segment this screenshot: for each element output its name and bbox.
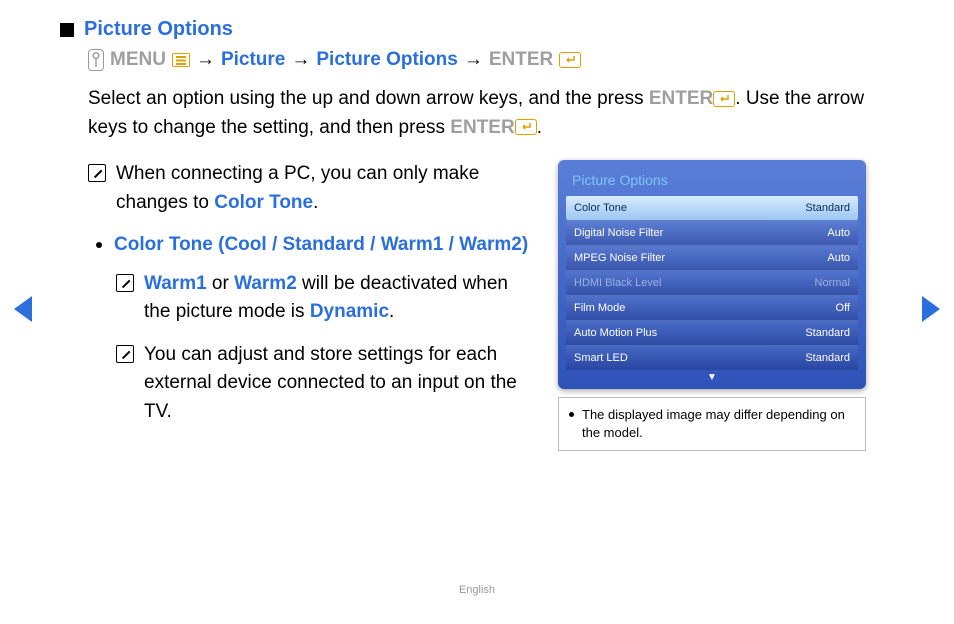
note-adjust: You can adjust and store settings for ea… xyxy=(116,341,538,427)
osd-row-value: Normal xyxy=(815,277,850,289)
warm-c: Warm2 xyxy=(234,273,297,294)
caption-box: The displayed image may differ depending… xyxy=(558,397,866,451)
osd-title: Picture Options xyxy=(566,168,858,196)
instr-part-1: Select an option using the up and down a… xyxy=(88,88,649,109)
enter-icon xyxy=(559,52,581,68)
breadcrumb-arrow-2: → xyxy=(291,49,310,71)
footer-language: English xyxy=(0,584,954,596)
color-tone-heading: Color Tone (Cool / Standard / Warm1 / Wa… xyxy=(114,231,528,260)
page-title: Picture Options xyxy=(84,18,233,41)
osd-row-label: Digital Noise Filter xyxy=(574,227,663,239)
breadcrumb: MENU → Picture → Picture Options → ENTER xyxy=(88,49,866,71)
warm-a: Warm1 xyxy=(144,273,207,294)
osd-row-label: HDMI Black Level xyxy=(574,277,661,289)
caption-bullet-icon xyxy=(569,412,574,417)
breadcrumb-picture-options: Picture Options xyxy=(316,49,457,71)
two-column-layout: When connecting a PC, you can only make … xyxy=(88,160,866,451)
osd-row-label: Color Tone xyxy=(574,202,627,214)
osd-row-label: MPEG Noise Filter xyxy=(574,252,665,264)
section-bullet-icon xyxy=(60,23,74,37)
note-pc-b: Color Tone xyxy=(214,192,313,213)
osd-panel: Picture Options Color Tone Standard Digita… xyxy=(558,160,866,389)
caption-text: The displayed image may differ depending… xyxy=(582,406,855,442)
breadcrumb-enter: ENTER xyxy=(489,49,553,71)
note-icon xyxy=(116,345,134,363)
osd-row-value: Auto xyxy=(827,227,850,239)
next-page-arrow[interactable] xyxy=(922,296,940,322)
osd-row-value: Standard xyxy=(805,202,850,214)
previous-page-arrow[interactable] xyxy=(14,296,32,322)
enter-icon xyxy=(713,91,735,107)
osd-row-value: Standard xyxy=(805,327,850,339)
remote-icon xyxy=(88,49,104,71)
osd-row: MPEG Noise Filter Auto xyxy=(566,245,858,270)
enter-icon xyxy=(515,119,537,135)
osd-row: Color Tone Standard xyxy=(566,196,858,220)
note-pc-text: When connecting a PC, you can only make … xyxy=(116,160,538,217)
osd-row-label: Film Mode xyxy=(574,302,625,314)
sub-notes: Warm1 or Warm2 will be deactivated when … xyxy=(116,270,538,427)
osd-scroll-down-icon: ▼ xyxy=(566,370,858,383)
osd-row-value: Off xyxy=(836,302,850,314)
menu-icon xyxy=(172,53,190,67)
page-content: Picture Options MENU → Picture → Picture… xyxy=(0,0,954,451)
title-row: Picture Options xyxy=(88,18,866,41)
note-icon xyxy=(88,164,106,182)
breadcrumb-arrow-1: → xyxy=(196,49,215,71)
warm-f: . xyxy=(389,301,394,322)
instr-enter-1: ENTER xyxy=(649,88,713,109)
osd-row: Smart LED Standard xyxy=(566,345,858,370)
breadcrumb-menu: MENU xyxy=(110,49,166,71)
warm-b: or xyxy=(207,273,234,294)
left-column: When connecting a PC, you can only make … xyxy=(88,160,538,451)
osd-rows-container: Color Tone Standard Digital Noise Filter Au… xyxy=(566,196,858,370)
osd-row: Film Mode Off xyxy=(566,295,858,320)
note-adjust-text: You can adjust and store settings for ea… xyxy=(144,341,538,427)
instr-part-3: . xyxy=(537,117,542,138)
note-warm: Warm1 or Warm2 will be deactivated when … xyxy=(116,270,538,327)
osd-row-value: Auto xyxy=(827,252,850,264)
instr-enter-2: ENTER xyxy=(450,117,514,138)
breadcrumb-arrow-3: → xyxy=(464,49,483,71)
note-icon xyxy=(116,274,134,292)
color-tone-heading-row: Color Tone (Cool / Standard / Warm1 / Wa… xyxy=(96,231,538,260)
note-pc: When connecting a PC, you can only make … xyxy=(88,160,538,217)
osd-row: Auto Motion Plus Standard xyxy=(566,320,858,345)
osd-row-value: Standard xyxy=(805,352,850,364)
note-warm-text: Warm1 or Warm2 will be deactivated when … xyxy=(144,270,538,327)
note-pc-c: . xyxy=(313,192,318,213)
dot-bullet-icon xyxy=(96,242,102,248)
osd-row-label: Smart LED xyxy=(574,352,628,364)
breadcrumb-picture: Picture xyxy=(221,49,285,71)
osd-row: Digital Noise Filter Auto xyxy=(566,220,858,245)
osd-row-label: Auto Motion Plus xyxy=(574,327,657,339)
warm-e: Dynamic xyxy=(310,301,389,322)
osd-row: HDMI Black Level Normal xyxy=(566,270,858,295)
instruction-text: Select an option using the up and down a… xyxy=(88,85,866,142)
right-column: Picture Options Color Tone Standard Digita… xyxy=(558,160,866,451)
